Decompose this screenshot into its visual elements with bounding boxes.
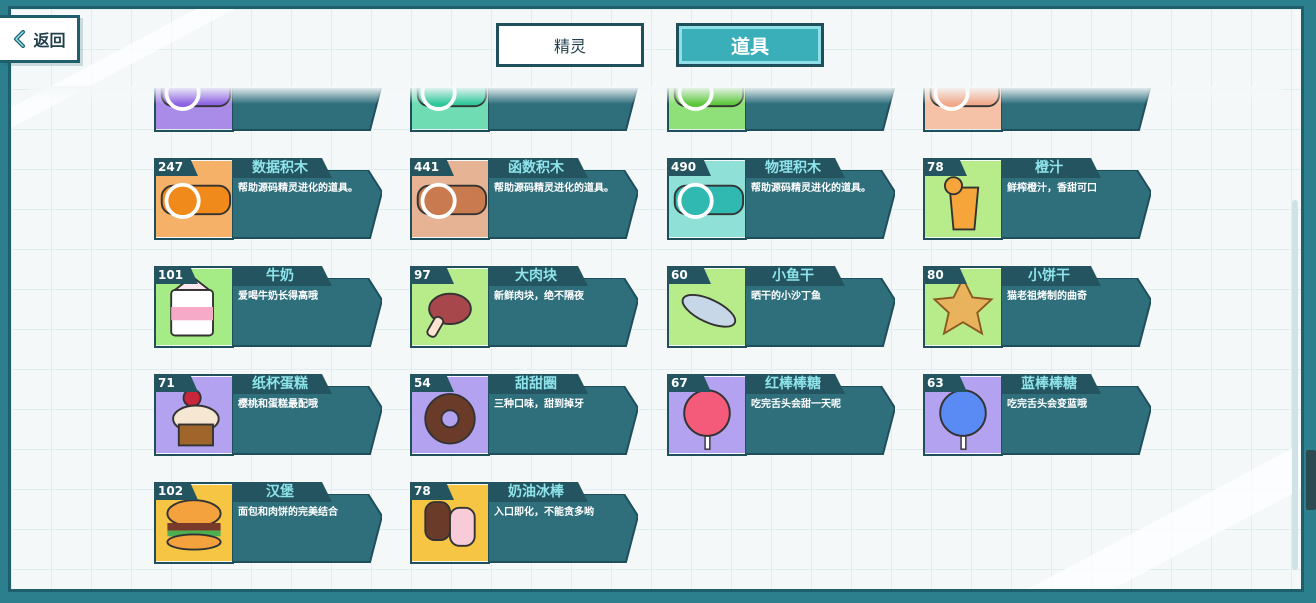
item-count: 490 <box>671 160 697 174</box>
item-name: 数据积木 <box>252 160 308 176</box>
operator-block-icon <box>925 88 1001 129</box>
item-card[interactable] <box>406 88 638 134</box>
item-description: 猫老祖烤制的曲奇 <box>1007 291 1087 302</box>
scrollbar-track[interactable] <box>1292 200 1298 570</box>
back-label: 返回 <box>33 31 66 50</box>
item-info-panel <box>745 278 895 348</box>
item-description: 帮助源码精灵进化的道具。 <box>238 183 358 194</box>
item-card[interactable] <box>919 88 1151 134</box>
item-card[interactable]: 纸杯蛋糕樱桃和蛋糕最配哦 71 <box>150 374 382 458</box>
item-count: 67 <box>671 376 688 390</box>
tab-items[interactable]: 道具 <box>676 23 824 67</box>
item-count: 63 <box>927 376 944 390</box>
item-count: 54 <box>414 376 431 390</box>
item-count: 78 <box>927 160 944 174</box>
item-info-panel <box>745 88 895 132</box>
item-name: 函数积木 <box>508 160 564 176</box>
item-card[interactable]: 汉堡面包和肉饼的完美结合 102 <box>150 482 382 566</box>
pen-block-icon <box>412 88 488 129</box>
item-name: 红棒棒糖 <box>765 376 821 392</box>
item-name: 物理积木 <box>765 160 821 176</box>
item-name: 小鱼干 <box>772 268 814 284</box>
item-count: 80 <box>927 268 944 282</box>
item-count: 247 <box>158 160 184 174</box>
item-card[interactable] <box>663 88 895 134</box>
item-description: 吃完舌头会甜一天呢 <box>751 399 841 410</box>
item-count: 101 <box>158 268 184 282</box>
item-count: 71 <box>158 376 175 390</box>
item-card[interactable]: 物理积木帮助源码精灵进化的道具。 490 <box>663 158 895 242</box>
item-info-panel <box>488 278 638 348</box>
item-name: 小饼干 <box>1028 268 1070 284</box>
item-description: 三种口味，甜到掉牙 <box>494 399 584 410</box>
item-name: 大肉块 <box>515 268 557 284</box>
item-description: 吃完舌头会变蓝哦 <box>1007 399 1087 410</box>
item-info-panel <box>488 170 638 240</box>
item-card[interactable]: 大肉块新鲜肉块，绝不隔夜 97 <box>406 266 638 350</box>
item-count: 102 <box>158 484 184 498</box>
item-description: 樱桃和蛋糕最配哦 <box>238 399 318 410</box>
item-thumbnail <box>154 88 234 132</box>
item-description: 新鲜肉块，绝不隔夜 <box>494 291 584 302</box>
item-info-panel <box>745 386 895 456</box>
item-count: 441 <box>414 160 440 174</box>
item-count: 78 <box>414 484 431 498</box>
item-description: 晒干的小沙丁鱼 <box>751 291 821 302</box>
item-name: 纸杯蛋糕 <box>252 376 308 392</box>
item-card[interactable]: 甜甜圈三种口味，甜到掉牙 54 <box>406 374 638 458</box>
item-name: 牛奶 <box>266 268 294 284</box>
item-count: 97 <box>414 268 431 282</box>
item-name: 橙汁 <box>1035 160 1063 176</box>
item-info-panel <box>745 170 895 240</box>
item-card[interactable]: 蓝棒棒糖吃完舌头会变蓝哦 63 <box>919 374 1151 458</box>
item-info-panel <box>1001 170 1151 240</box>
item-card[interactable]: 牛奶爱喝牛奶长得高哦 101 <box>150 266 382 350</box>
item-description: 帮助源码精灵进化的道具。 <box>751 183 871 194</box>
item-card[interactable]: 红棒棒糖吃完舌头会甜一天呢 67 <box>663 374 895 458</box>
item-card[interactable]: 橙汁鲜榨橙汁，香甜可口 78 <box>919 158 1151 242</box>
item-info-panel <box>232 494 382 564</box>
item-info-panel <box>488 494 638 564</box>
tab-sprites[interactable]: 精灵 <box>496 23 644 67</box>
item-description: 爱喝牛奶长得高哦 <box>238 291 318 302</box>
scrollbar-handle[interactable] <box>1306 450 1316 510</box>
item-card[interactable]: 函数积木帮助源码精灵进化的道具。 441 <box>406 158 638 242</box>
item-thumbnail <box>410 88 490 132</box>
sensing-block-icon <box>669 88 745 129</box>
item-info-panel <box>1001 278 1151 348</box>
back-button[interactable]: 返回 <box>0 15 80 63</box>
item-info-panel <box>488 386 638 456</box>
sound-block-icon <box>156 88 232 129</box>
item-card[interactable]: 奶油冰棒入口即化，不能贪多哟 78 <box>406 482 638 566</box>
item-name: 甜甜圈 <box>515 376 557 392</box>
item-card[interactable]: 小饼干猫老祖烤制的曲奇 80 <box>919 266 1151 350</box>
item-info-panel <box>232 170 382 240</box>
item-grid: 数据积木帮助源码精灵进化的道具。 247 函数积木帮助源码精灵进化的道具。 441 物理… <box>150 88 1180 578</box>
item-name: 汉堡 <box>266 484 294 500</box>
item-description: 面包和肉饼的完美结合 <box>238 507 338 518</box>
item-info-panel <box>488 88 638 132</box>
item-info-panel <box>232 278 382 348</box>
item-description: 鲜榨橙汁，香甜可口 <box>1007 183 1097 194</box>
chevron-left-icon <box>14 30 26 48</box>
item-thumbnail <box>667 88 747 132</box>
item-name: 奶油冰棒 <box>508 484 564 500</box>
item-info-panel <box>232 386 382 456</box>
item-card[interactable]: 数据积木帮助源码精灵进化的道具。 247 <box>150 158 382 242</box>
item-description: 入口即化，不能贪多哟 <box>494 507 594 518</box>
item-description: 帮助源码精灵进化的道具。 <box>494 183 614 194</box>
item-card[interactable]: 小鱼干晒干的小沙丁鱼 60 <box>663 266 895 350</box>
item-info-panel <box>1001 88 1151 132</box>
item-count: 60 <box>671 268 688 282</box>
item-info-panel <box>232 88 382 132</box>
item-thumbnail <box>923 88 1003 132</box>
item-name: 蓝棒棒糖 <box>1021 376 1077 392</box>
item-info-panel <box>1001 386 1151 456</box>
item-card[interactable] <box>150 88 382 134</box>
